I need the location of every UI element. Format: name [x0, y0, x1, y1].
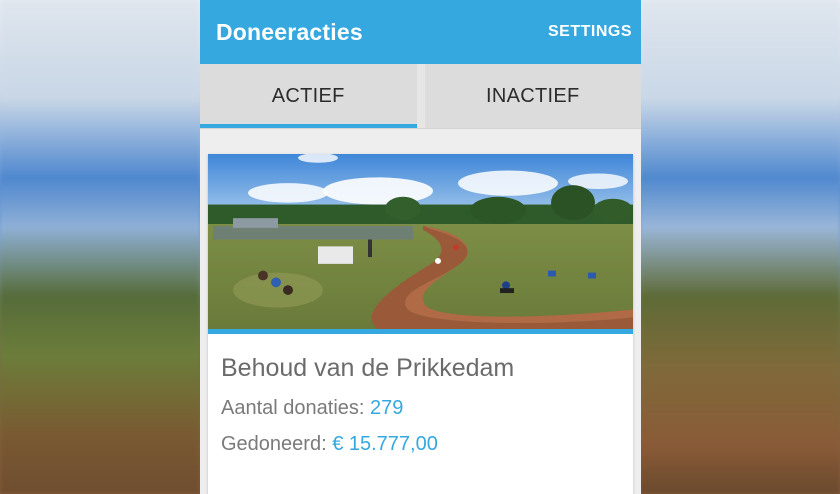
background-left-blur: [0, 0, 200, 494]
tab-inactief[interactable]: INACTIEF: [424, 64, 641, 128]
settings-button[interactable]: SETTINGS: [548, 23, 632, 41]
app-screen: Doneeracties SETTINGS ACTIEF INACTIEF Be…: [200, 0, 641, 494]
tab-actief[interactable]: ACTIEF: [200, 64, 417, 128]
donated-amount-row: Gedoneerd: € 15.777,00: [221, 433, 621, 456]
donations-count-label: Aantal donaties:: [221, 397, 365, 419]
background-right-blur: [640, 0, 840, 494]
campaign-card[interactable]: Behoud van de Prikkedam Aantal donaties:…: [208, 154, 633, 494]
donated-amount-value: € 15.777,00: [332, 433, 438, 455]
campaign-list: Behoud van de Prikkedam Aantal donaties:…: [200, 129, 641, 494]
donations-count-value: 279: [370, 397, 404, 419]
app-bar: Doneeracties SETTINGS: [200, 0, 641, 64]
app-title: Doneeracties: [216, 18, 363, 45]
donated-amount-label: Gedoneerd:: [221, 433, 327, 455]
tab-bar: ACTIEF INACTIEF: [200, 64, 641, 129]
campaign-title: Behoud van de Prikkedam: [221, 354, 515, 382]
campaign-photo: [208, 154, 633, 334]
donations-count-row: Aantal donaties: 279: [221, 397, 621, 420]
campaign-card-body: Behoud van de Prikkedam Aantal donaties:…: [208, 334, 633, 456]
